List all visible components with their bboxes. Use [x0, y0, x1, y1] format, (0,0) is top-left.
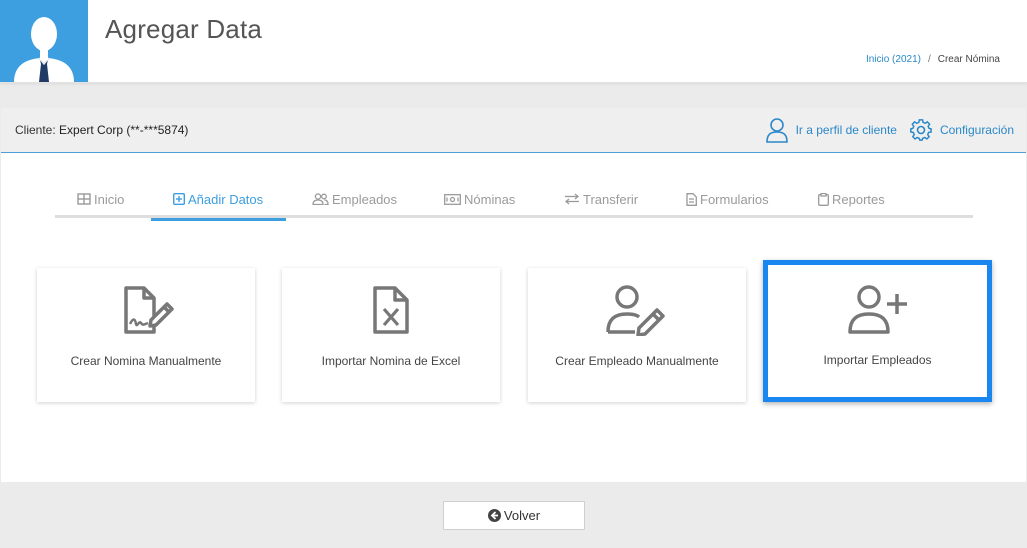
tile-importar-nomina-excel[interactable]: Importar Nomina de Excel — [282, 268, 500, 402]
breadcrumb-current: Crear Nómina — [937, 54, 1000, 65]
tab-nominas[interactable]: Nóminas — [444, 180, 515, 218]
tab-anadir-datos[interactable]: Añadir Datos — [151, 180, 287, 221]
client-label: Cliente: — [15, 123, 56, 137]
avatar — [0, 0, 88, 82]
tab-label: Transferir — [583, 191, 639, 207]
tab-label: Empleados — [332, 191, 398, 207]
tab-transferir[interactable]: Transferir — [564, 180, 638, 218]
tile-crear-empleado-manual[interactable]: Crear Empleado Manualmente — [528, 268, 746, 402]
client-profile-label: Ir a perfil de cliente — [795, 123, 897, 137]
client-name: Expert Corp (**-***5874) — [59, 123, 189, 137]
user-edit-icon — [606, 285, 665, 336]
tile-label: Importar Empleados — [823, 353, 932, 367]
users-icon — [312, 193, 329, 205]
user-avatar-icon — [14, 17, 74, 82]
document-icon — [686, 192, 697, 206]
tile-label: Importar Nomina de Excel — [321, 354, 461, 368]
client-actions: Ir a perfil de cliente Configuración — [765, 117, 1014, 143]
tile-label: Crear Nomina Manualmente — [70, 354, 222, 368]
client-profile-link[interactable]: Ir a perfil de cliente — [765, 117, 897, 143]
gear-icon — [910, 119, 932, 141]
clipboard-icon — [818, 192, 829, 206]
tab-empleados[interactable]: Empleados — [312, 180, 397, 218]
back-button-label: Volver — [503, 508, 541, 523]
tab-label: Inicio — [94, 191, 125, 207]
tab-label: Formularios — [700, 191, 769, 207]
page-header: Agregar Data Inicio (2021) / Crear Nómina — [0, 0, 1027, 83]
breadcrumb-separator: / — [927, 54, 931, 65]
tab-inicio[interactable]: Inicio — [77, 180, 124, 218]
tab-bar: Inicio Añadir Datos Empleados Nóminas Tr… — [55, 180, 973, 221]
tab-reportes[interactable]: Reportes — [818, 180, 885, 218]
grid-icon — [77, 193, 91, 205]
file-signature-icon — [124, 286, 174, 334]
configuration-link[interactable]: Configuración — [909, 118, 1014, 142]
arrow-circle-left-icon — [487, 509, 501, 522]
breadcrumb-home-link[interactable]: Inicio (2021) — [866, 54, 921, 65]
client-info: Cliente: Expert Corp (**-***5874) — [15, 123, 188, 137]
tile-label: Crear Empleado Manualmente — [555, 354, 719, 368]
breadcrumb: Inicio (2021) / Crear Nómina — [866, 54, 1000, 65]
tab-label: Añadir Datos — [188, 191, 264, 207]
page-title: Agregar Data — [105, 14, 263, 44]
user-plus-icon — [847, 285, 907, 334]
user-outline-icon — [765, 118, 788, 143]
back-button[interactable]: Volver — [443, 501, 585, 530]
tab-formularios[interactable]: Formularios — [686, 180, 769, 218]
file-excel-icon — [373, 286, 409, 334]
client-bar: Cliente: Expert Corp (**-***5874) Ir a p… — [1, 108, 1026, 153]
configuration-label: Configuración — [939, 123, 1014, 137]
exchange-arrows-icon — [564, 193, 580, 205]
tile-crear-nomina-manual[interactable]: Crear Nomina Manualmente — [37, 268, 255, 402]
plus-square-icon — [173, 193, 185, 205]
footer: Volver — [0, 482, 1027, 548]
tile-importar-empleados[interactable]: Importar Empleados — [763, 260, 992, 402]
tab-label: Reportes — [832, 191, 885, 207]
money-bill-icon — [444, 193, 461, 205]
tab-label: Nóminas — [464, 191, 516, 207]
